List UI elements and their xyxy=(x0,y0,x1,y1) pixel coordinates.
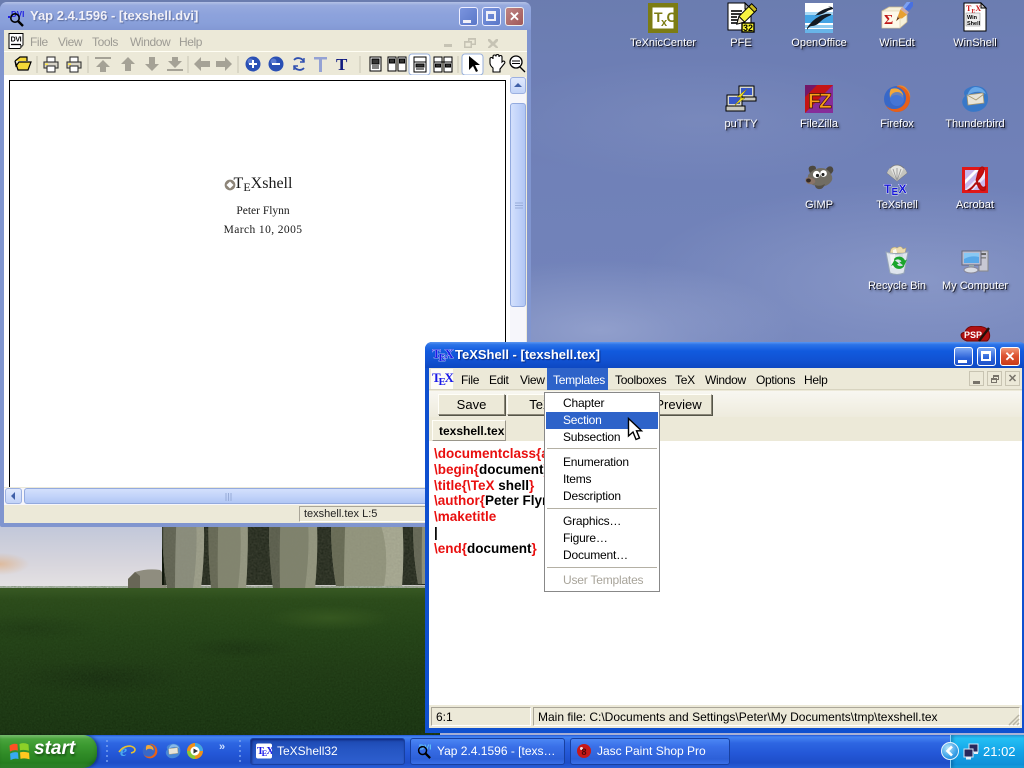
svg-text:e: e xyxy=(120,743,127,760)
svg-text:C: C xyxy=(667,9,677,25)
svg-text:T: T xyxy=(336,55,348,74)
svg-text:Σ: Σ xyxy=(884,13,893,28)
svg-text:32: 32 xyxy=(743,23,753,33)
svg-text:PSP: PSP xyxy=(964,330,982,340)
svg-text:8: 8 xyxy=(581,747,586,757)
svg-text:X: X xyxy=(266,746,272,757)
svg-text:X: X xyxy=(445,347,455,361)
svg-text:E: E xyxy=(892,187,899,196)
svg-text:Shell: Shell xyxy=(967,21,981,27)
svg-text:X: X xyxy=(899,182,907,196)
svg-text:Z: Z xyxy=(819,90,832,113)
